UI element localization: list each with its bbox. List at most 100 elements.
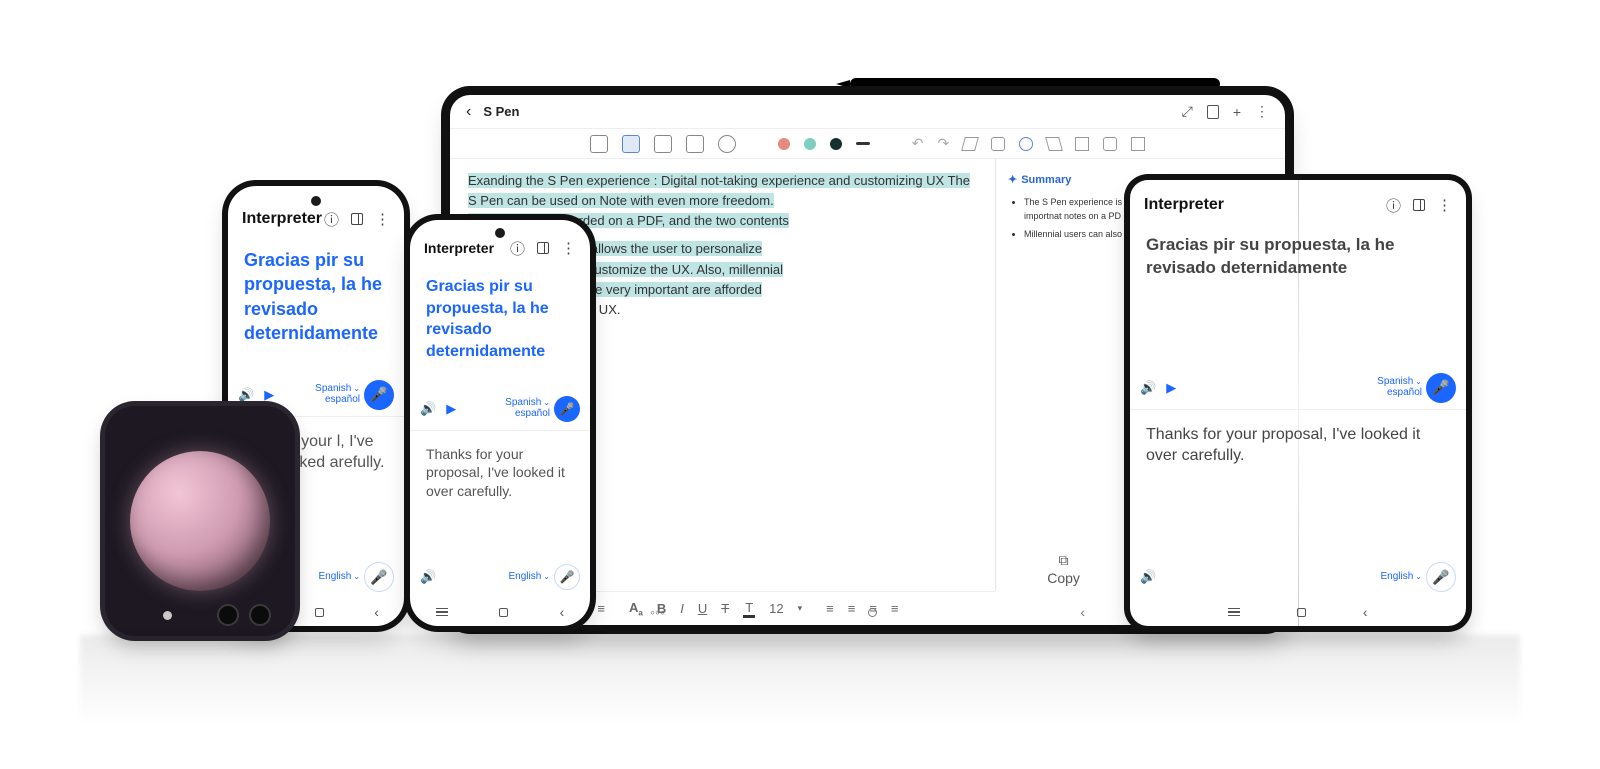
align-center-icon[interactable]: ≡ [848, 601, 856, 616]
app-title: Interpreter [242, 210, 322, 228]
rear-cameras [217, 604, 271, 626]
back-icon[interactable]: ‹ [466, 103, 471, 121]
more-icon[interactable]: ⋮ [561, 239, 576, 257]
shape-tool-4[interactable] [1045, 137, 1063, 151]
align-right-icon[interactable]: ≡ [869, 601, 877, 616]
speaker-icon[interactable]: 🔊 [238, 387, 254, 403]
shape-tool-6[interactable] [1103, 137, 1117, 151]
shape-tool-1[interactable] [961, 137, 979, 151]
target-text: Thanks for your proposal, I've looked it… [426, 445, 574, 502]
add-icon[interactable]: + [1233, 104, 1241, 120]
source-pane: Gracias pir su propuesta, la he revisado… [410, 262, 590, 430]
mic-button[interactable]: 🎤 [554, 396, 580, 422]
home-icon[interactable] [499, 608, 508, 617]
speaker-icon[interactable]: 🔊 [420, 569, 436, 585]
more-icon[interactable]: ⋮ [375, 210, 390, 228]
page-icon[interactable] [1207, 105, 1219, 119]
mic-button[interactable]: 🎤 [364, 562, 394, 592]
target-language-selector[interactable]: English⌄ [318, 572, 360, 583]
numbered-list-icon[interactable]: ≡ [597, 601, 605, 616]
underline-icon[interactable]: U [698, 601, 707, 616]
tool-pen-icon[interactable] [622, 135, 640, 153]
font-size-value[interactable]: 12 [769, 601, 783, 616]
target-language-selector[interactable]: English⌄ [1380, 572, 1422, 583]
info-icon[interactable]: ⓘ [324, 209, 339, 230]
mic-button[interactable]: 🎤 [1426, 562, 1456, 592]
info-icon[interactable]: ⓘ [510, 238, 525, 259]
mic-button[interactable]: 🎤 [1426, 373, 1456, 403]
flip-wallpaper-orb [130, 451, 270, 591]
mic-button[interactable]: 🎤 [554, 564, 580, 590]
shape-tool-2[interactable] [991, 137, 1005, 151]
font-color-icon[interactable]: T [743, 600, 755, 618]
s-pen-stylus [850, 78, 1220, 90]
target-language-selector[interactable]: English⌄ [508, 572, 550, 583]
play-icon[interactable]: ▶ [446, 401, 456, 417]
back-nav-icon[interactable]: ‹ [1363, 604, 1368, 620]
italic-icon[interactable]: I [680, 601, 684, 616]
target-text: Thanks for your proposal, I've looked it… [1146, 424, 1450, 467]
play-icon[interactable]: ▶ [264, 387, 274, 403]
home-icon[interactable] [1297, 608, 1306, 617]
recents-icon[interactable] [436, 608, 448, 617]
split-view-icon[interactable] [1413, 199, 1425, 211]
source-language-selector[interactable]: Spanish⌄ español [315, 384, 360, 405]
app-title: Interpreter [1144, 196, 1224, 214]
source-text: Gracias pir su propuesta, la he revisado… [426, 276, 574, 362]
speaker-icon[interactable]: 🔊 [1140, 569, 1156, 585]
shape-tool-3[interactable] [1019, 137, 1033, 151]
fold-nav-bar: ‹ [1130, 598, 1466, 626]
copy-button[interactable]: ⧉Copy [1047, 552, 1080, 587]
app-title: Interpreter [424, 240, 494, 256]
home-icon[interactable] [315, 608, 324, 617]
tool-highlighter-icon[interactable] [654, 135, 672, 153]
tool-eraser-icon[interactable] [686, 135, 704, 153]
split-view-icon[interactable] [537, 242, 549, 254]
strike-icon[interactable]: T [721, 601, 729, 616]
more-icon[interactable]: ⋮ [1255, 103, 1269, 120]
recents-icon[interactable] [1228, 608, 1240, 617]
shape-tool-7[interactable] [1131, 137, 1145, 151]
redo-icon[interactable]: ↷ [938, 135, 950, 152]
back-nav-icon[interactable]: ‹ [1080, 604, 1085, 620]
thickness-icon[interactable] [856, 142, 870, 145]
undo-icon[interactable]: ↶ [912, 135, 924, 152]
camera-punch-hole [311, 196, 321, 206]
play-icon[interactable]: ▶ [1166, 380, 1176, 396]
info-icon[interactable]: ⓘ [1386, 195, 1401, 216]
shape-tool-5[interactable] [1075, 137, 1089, 151]
more-icon[interactable]: ⋮ [1437, 196, 1452, 214]
back-nav-icon[interactable]: ‹ [560, 604, 565, 620]
source-text: Gracias pir su propuesta, la he revisado… [244, 248, 388, 345]
split-view-icon[interactable] [351, 213, 363, 225]
mic-button[interactable]: 🎤 [364, 380, 394, 410]
indent-icon[interactable]: ≡ [891, 601, 899, 616]
tool-image-icon[interactable] [590, 135, 608, 153]
color-swatch-dark[interactable] [830, 138, 842, 150]
foldable-device: Interpreter ⓘ ⋮ Gracias pir su propuesta… [1130, 180, 1466, 626]
speaker-icon[interactable]: 🔊 [1140, 380, 1156, 396]
tablet-toolbar: ↶ ↷ [450, 129, 1285, 159]
note-text-hl: Exanding the S Pen experience : Digital … [468, 173, 970, 208]
target-pane: Thanks for your proposal, I've looked it… [410, 430, 590, 599]
source-text: Gracias pir su propuesta, la he revisado… [1146, 234, 1450, 280]
align-left-icon[interactable]: ≡ [826, 601, 834, 616]
floor-reflection [80, 635, 1520, 725]
source-pane: Gracias pir su propuesta, la he revisado… [1130, 220, 1466, 409]
flip-phone-closed [105, 406, 295, 636]
color-swatch-red[interactable] [778, 138, 790, 150]
font-icon[interactable]: Aa [629, 600, 643, 618]
tablet-title: S Pen [483, 104, 519, 119]
tablet-titlebar: ‹ S Pen ⤢ + ⋮ [450, 95, 1285, 129]
source-language-selector[interactable]: Spanish⌄ español [1377, 377, 1422, 398]
phone-nav-bar: ‹ [410, 598, 590, 626]
tool-cloud-icon[interactable] [718, 135, 736, 153]
copy-icon: ⧉ [1047, 552, 1080, 569]
color-swatch-teal[interactable] [804, 138, 816, 150]
bold-icon[interactable]: B [657, 601, 666, 616]
back-nav-icon[interactable]: ‹ [374, 604, 379, 620]
speaker-icon[interactable]: 🔊 [420, 401, 436, 417]
expand-icon[interactable]: ⤢ [1182, 103, 1193, 120]
source-language-selector[interactable]: Spanish⌄ español [505, 398, 550, 419]
interpreter-header: Interpreter ⓘ ⋮ [228, 186, 404, 234]
